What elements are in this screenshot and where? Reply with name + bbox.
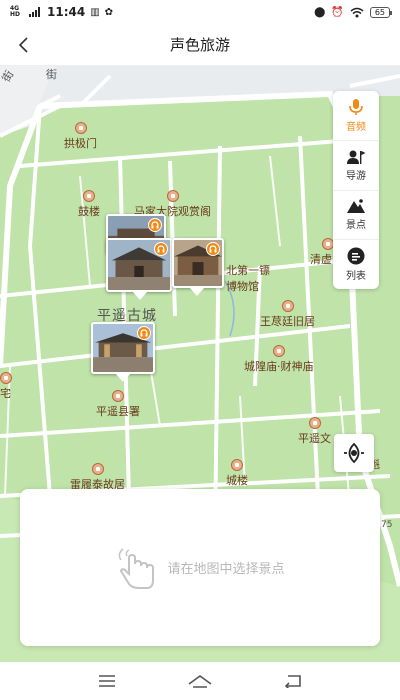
tap-hand-icon xyxy=(119,547,155,589)
notification-icon: ▥ xyxy=(90,6,100,18)
back-arrow-icon[interactable] xyxy=(10,32,36,58)
location-status-icon: ⬤ xyxy=(314,6,326,18)
scenic-pin-4[interactable] xyxy=(91,322,155,374)
poi-icon xyxy=(0,372,12,384)
poi-icon xyxy=(112,390,124,402)
poi-label: 王荩廷旧居 xyxy=(260,315,315,328)
tool-label: 音频 xyxy=(346,121,366,133)
list-icon xyxy=(347,247,365,265)
network-type: 4G HD xyxy=(10,5,21,18)
signal-icon xyxy=(29,7,40,17)
poi-gongjimen[interactable]: 拱极门 xyxy=(64,122,97,151)
system-nav-bar xyxy=(0,662,400,700)
menu-icon[interactable] xyxy=(92,666,122,696)
scenic-pin-2[interactable] xyxy=(106,238,172,292)
audio-badge-icon xyxy=(154,242,168,256)
road-number-label: 75 xyxy=(381,520,393,530)
tool-label: 导游 xyxy=(346,170,366,182)
poi-biaoju-museum[interactable]: 北第一镖 博物馆 xyxy=(226,262,270,294)
poi-icon xyxy=(272,345,285,357)
pin-pointer xyxy=(133,292,147,300)
poi-chenghuangmiao[interactable]: 城隍庙·财神庙 xyxy=(244,345,314,374)
poi-gulou[interactable]: 鼓楼 xyxy=(78,190,100,219)
poi-label: 平遥文 xyxy=(298,432,331,445)
poi-label: 城隍庙·财神庙 xyxy=(244,360,314,373)
poi-label: 鼓楼 xyxy=(78,205,100,218)
page-title: 声色旅游 xyxy=(169,36,230,54)
card-hint: 请在地图中选择景点 xyxy=(167,562,285,577)
home-icon[interactable] xyxy=(185,666,215,696)
poi-leilvtai[interactable]: 雷履泰故居 xyxy=(70,463,125,492)
mountain-icon xyxy=(347,199,365,214)
locate-icon xyxy=(344,442,364,464)
app-header: 声色旅游 xyxy=(0,24,400,66)
poi-label: 北第一镖 xyxy=(226,264,270,277)
poi-label: 拱极门 xyxy=(64,137,97,150)
poi-qingxu[interactable]: 清虚 xyxy=(310,238,334,267)
poi-icon xyxy=(91,463,104,475)
microphone-icon xyxy=(349,98,363,115)
wifi-icon xyxy=(350,7,364,17)
poi-icon xyxy=(83,190,95,202)
tool-scenic[interactable]: 景点 xyxy=(333,191,379,241)
poi-label: 博物馆 xyxy=(226,280,259,293)
pin-pointer xyxy=(190,288,204,296)
pin-pointer xyxy=(116,374,130,382)
tool-list[interactable]: 列表 xyxy=(333,240,379,289)
map-toolbar: 音频 导游 景点 列表 xyxy=(333,91,379,289)
tool-audio[interactable]: 音频 xyxy=(333,91,379,141)
poi-xianshu[interactable]: 平遥县署 xyxy=(96,390,140,419)
audio-badge-icon xyxy=(206,242,220,256)
poi-zhai[interactable]: 宅 xyxy=(0,372,12,401)
poi-icon xyxy=(231,459,243,471)
street-label: 街 xyxy=(46,68,57,81)
poi-label: 清虚 xyxy=(310,253,332,266)
app-notification-icon: ✿ xyxy=(104,6,114,18)
status-bar: 4G HD 11:44 ▥ ✿ ⬤ ⏰ 65 xyxy=(0,0,400,24)
poi-wangjinting[interactable]: 王荩廷旧居 xyxy=(260,300,315,329)
poi-icon xyxy=(74,122,87,134)
audio-badge-icon xyxy=(137,326,151,340)
scenic-pin-3[interactable] xyxy=(172,238,224,288)
poi-icon xyxy=(308,417,321,429)
clock: 11:44 xyxy=(47,5,86,19)
audio-badge-icon xyxy=(148,218,162,232)
battery-icon: 65 xyxy=(369,6,393,18)
poi-icon xyxy=(281,300,294,312)
poi-chenglou[interactable]: 城楼 xyxy=(226,459,248,488)
locate-button[interactable] xyxy=(334,434,374,472)
tool-guide[interactable]: 导游 xyxy=(333,141,379,191)
alarm-icon: ⏰ xyxy=(331,6,344,18)
tool-label: 景点 xyxy=(346,220,366,232)
back-icon[interactable] xyxy=(278,666,308,696)
poi-icon xyxy=(166,190,179,202)
tool-label: 列表 xyxy=(346,271,366,283)
poi-pingyao-wen[interactable]: 平遥文 xyxy=(298,417,331,446)
poi-label: 宅 xyxy=(0,387,11,400)
scenic-info-card: 请在地图中选择景点 xyxy=(20,489,380,646)
guide-icon xyxy=(347,150,366,164)
poi-label: 平遥县署 xyxy=(96,405,140,418)
poi-label: 城楼 xyxy=(226,474,248,487)
